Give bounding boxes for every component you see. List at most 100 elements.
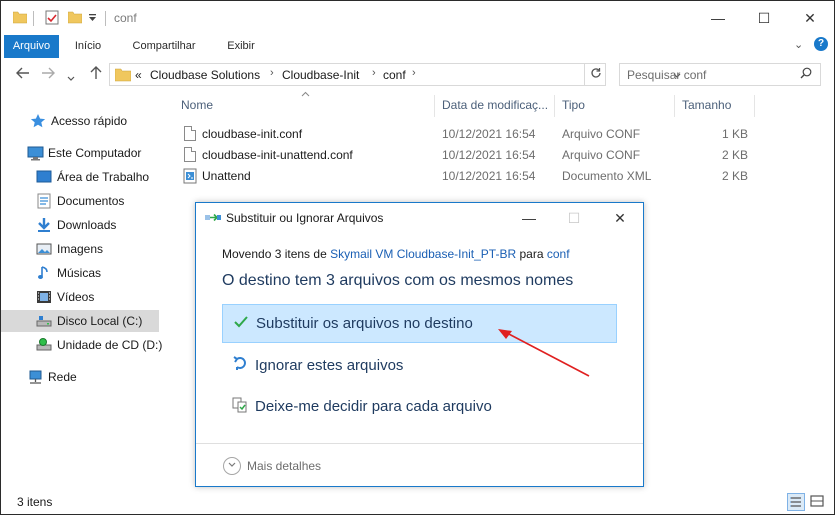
nav-item-label: Imagens [57,242,104,256]
more-details-label[interactable]: Mais detalhes [247,459,321,473]
column-divider[interactable] [674,95,675,117]
nav-item-rede[interactable]: Rede [1,366,159,388]
dialog-maximize-button: ☐ [567,210,581,226]
forward-arrow-icon [42,67,55,79]
option-label: Ignorar estes arquivos [255,357,404,374]
column-header-size[interactable]: Tamanho [682,98,731,112]
music-icon [36,265,52,281]
folder-icon [114,67,132,85]
nav-item-label: Rede [48,370,77,384]
file-type: Arquivo CONF [562,148,641,162]
file-type: Arquivo CONF [562,127,641,141]
nav-item-label: Unidade de CD (D:) [57,338,163,352]
pictures-icon [36,241,52,257]
breadcrumb-overflow[interactable]: « [135,68,142,82]
option-label: Deixe-me decidir para cada arquivo [255,398,492,415]
column-divider[interactable] [434,95,435,117]
forward-button[interactable] [41,66,55,82]
nav-item-este-computador[interactable]: Este Computador [1,142,159,164]
address-bar[interactable]: « Cloudbase Solutions › Cloudbase-Init ›… [109,63,681,86]
decide-each-file-option[interactable]: Deixe-me decidir para cada arquivo [222,387,617,426]
recent-locations-button[interactable] [67,69,75,85]
sort-ascending-icon [301,90,310,99]
search-icon[interactable] [800,67,812,82]
help-icon[interactable]: ? [814,37,828,51]
nav-item-videos[interactable]: Vídeos [1,286,159,308]
nav-item-downloads[interactable]: Downloads [1,214,159,236]
file-size: 2 KB [721,148,748,162]
breadcrumb-separator-icon[interactable]: › [412,67,416,79]
destination-link[interactable]: conf [547,247,570,261]
nav-item-unidade-de-cd[interactable]: Unidade de CD (D:) [1,334,163,356]
new-folder-icon[interactable] [67,10,83,27]
breadcrumb-separator-icon[interactable]: › [372,67,376,79]
file-name: cloudbase-init.conf [202,127,303,141]
file-row[interactable]: cloudbase-init.conf 10/12/2021 16:54 Arq… [166,124,766,145]
dialog-close-button[interactable]: ✕ [605,208,635,228]
file-row[interactable]: Unattend 10/12/2021 16:54 Documento XML … [166,166,766,187]
chevron-down-icon [67,76,75,81]
properties-icon[interactable] [45,10,59,28]
nav-item-imagens[interactable]: Imagens [1,238,159,260]
cd-drive-icon [36,337,52,353]
chevron-down-icon [228,462,236,467]
file-date: 10/12/2021 16:54 [442,148,536,162]
nav-item-documentos[interactable]: Documentos [1,190,159,212]
maximize-button[interactable]: ☐ [741,1,787,35]
replace-files-option[interactable]: Substituir os arquivos no destino [222,304,617,343]
nav-item-label: Documentos [57,194,125,208]
tab-compartilhar[interactable]: Compartilhar [122,35,206,58]
skip-arrow-icon [231,355,249,376]
details-view-button[interactable] [787,493,805,511]
nav-item-musicas[interactable]: Músicas [1,262,159,284]
tab-inicio[interactable]: Início [65,35,111,58]
search-input[interactable] [620,64,790,85]
tab-exibir[interactable]: Exibir [218,35,264,58]
column-divider[interactable] [754,95,755,117]
breadcrumb-item[interactable]: conf [383,68,406,82]
nav-item-label: Vídeos [57,290,95,304]
tab-arquivo[interactable]: Arquivo [4,35,59,58]
dialog-minimize-button[interactable]: — [514,208,544,228]
nav-item-label: Músicas [57,266,102,280]
nav-item-disco-local[interactable]: Disco Local (C:) [1,310,159,332]
breadcrumb-item[interactable]: Cloudbase Solutions [150,68,260,82]
up-button[interactable] [90,66,102,83]
navigation-pane: Acesso rápido Este Computador Área de Tr… [1,91,163,481]
file-name: Unattend [202,169,251,183]
column-header-name[interactable]: Nome [181,98,213,112]
moving-summary: Movendo 3 itens de Skymail VM Cloudbase-… [222,247,570,261]
file-icon [184,126,196,141]
nav-item-acesso-rapido[interactable]: Acesso rápido [1,110,159,132]
file-row[interactable]: cloudbase-init-unattend.conf 10/12/2021 … [166,145,766,166]
option-label: Substituir os arquivos no destino [256,315,473,332]
nav-item-area-de-trabalho[interactable]: Área de Trabalho [1,166,159,188]
computer-icon [27,145,44,161]
nav-item-label: Área de Trabalho [57,170,150,184]
nav-item-label: Acesso rápido [51,114,128,128]
checkmark-icon [232,315,250,332]
refresh-button[interactable] [584,64,606,85]
window-title: conf [114,11,137,25]
source-link[interactable]: Skymail VM Cloudbase-Init_PT-BR [330,247,516,261]
search-box[interactable] [619,63,821,86]
column-divider[interactable] [554,95,555,117]
move-files-icon [205,212,221,227]
close-button[interactable]: ✕ [787,1,833,35]
nav-item-label: Disco Local (C:) [57,314,143,328]
large-icons-view-button[interactable] [809,493,827,511]
expand-ribbon-icon[interactable]: ⌄ [794,38,803,51]
conflict-heading: O destino tem 3 arquivos com os mesmos n… [222,272,574,289]
customize-toolbar-icon[interactable] [88,12,97,26]
skip-files-option[interactable]: Ignorar estes arquivos [222,346,617,385]
column-header-type[interactable]: Tipo [562,98,585,112]
back-button[interactable] [16,66,30,82]
desktop-icon [36,169,52,185]
minimize-button[interactable]: — [695,1,741,35]
back-arrow-icon [16,67,29,79]
breadcrumb-item[interactable]: Cloudbase-Init [282,68,359,82]
breadcrumb-separator-icon[interactable]: › [270,67,274,79]
column-header-date[interactable]: Data de modificaç... [442,98,548,112]
file-size: 1 KB [721,127,748,141]
more-details-button[interactable] [223,457,241,475]
